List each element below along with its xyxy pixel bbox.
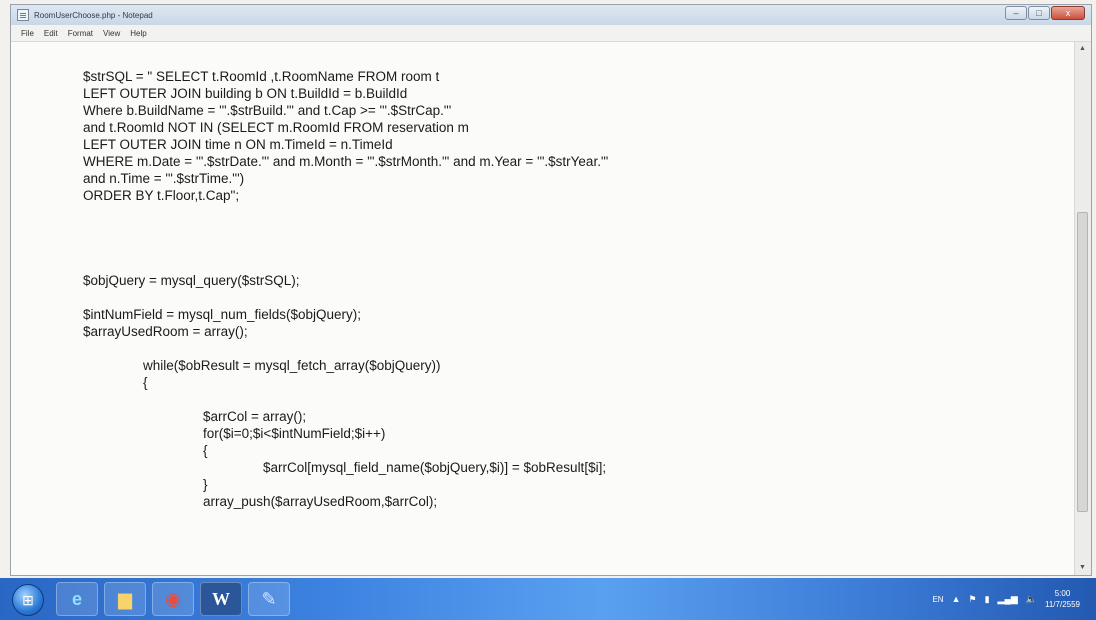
volume-icon[interactable]: 🔈 [1026,594,1037,605]
clock[interactable]: 5:00 11/7/2559 [1045,588,1080,610]
scroll-down-icon[interactable]: ▼ [1077,563,1088,573]
close-button[interactable]: x [1051,6,1085,20]
battery-icon[interactable]: ▮ [985,594,990,605]
show-hidden-icons-icon[interactable]: ▲ [952,594,961,604]
notepad-window: RoomUserChoose.php - Notepad – □ x File … [10,4,1092,576]
menu-view[interactable]: View [103,29,120,38]
menu-bar: File Edit Format View Help [11,25,1091,42]
clock-time: 5:00 [1054,589,1071,598]
language-indicator[interactable]: EN [932,595,943,604]
maximize-button[interactable]: □ [1028,6,1050,20]
start-button[interactable]: ⊞ [12,584,44,616]
scroll-up-icon[interactable]: ▲ [1077,44,1088,54]
menu-help[interactable]: Help [130,29,146,38]
text-editor[interactable]: $strSQL = " SELECT t.RoomId ,t.RoomName … [11,42,1075,575]
menu-edit[interactable]: Edit [44,29,58,38]
clock-date: 11/7/2559 [1045,600,1080,609]
vertical-scrollbar[interactable]: ▲ ▼ [1074,42,1091,575]
flag-icon[interactable]: ⚑ [969,594,977,605]
title-bar[interactable]: RoomUserChoose.php - Notepad – □ x [11,5,1091,25]
taskbar: ⊞ e ▆ ◉ W ✎ EN ▲ ⚑ ▮ ▂▄▆ 🔈 5:00 11/7/255… [0,578,1096,620]
notepad-taskbar-icon[interactable]: ✎ [248,582,290,616]
file-explorer-icon[interactable]: ▆ [104,582,146,616]
internet-explorer-icon[interactable]: e [56,582,98,616]
window-title: RoomUserChoose.php - Notepad [34,10,153,20]
window-controls: – □ x [1005,6,1085,20]
scrollbar-thumb[interactable] [1077,212,1088,512]
notepad-icon [17,9,29,21]
system-tray: EN ▲ ⚑ ▮ ▂▄▆ 🔈 5:00 11/7/2559 [896,578,1096,620]
menu-file[interactable]: File [21,29,34,38]
chrome-icon[interactable]: ◉ [152,582,194,616]
menu-format[interactable]: Format [68,29,93,38]
code-text[interactable]: $strSQL = " SELECT t.RoomId ,t.RoomName … [83,68,608,510]
word-icon[interactable]: W [200,582,242,616]
minimize-button[interactable]: – [1005,6,1027,20]
network-icon[interactable]: ▂▄▆ [998,594,1018,605]
